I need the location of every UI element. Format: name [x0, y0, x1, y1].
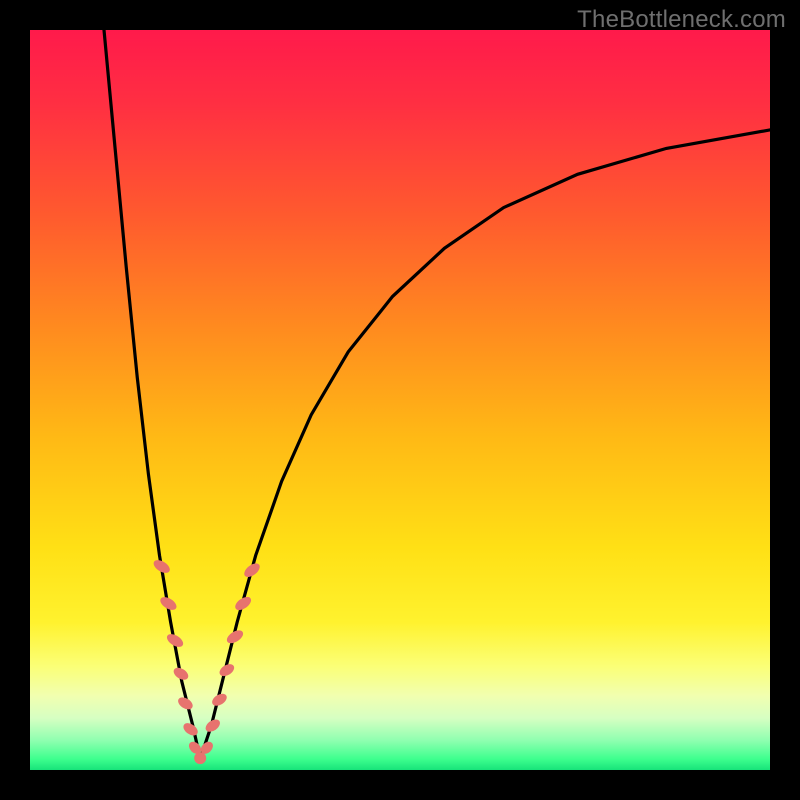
curve-layer — [30, 30, 770, 770]
marker-dot — [194, 752, 206, 764]
chart-frame: TheBottleneck.com — [0, 0, 800, 800]
curve-left-branch — [104, 30, 200, 759]
plot-area — [30, 30, 770, 770]
curve-right-branch — [200, 130, 770, 759]
